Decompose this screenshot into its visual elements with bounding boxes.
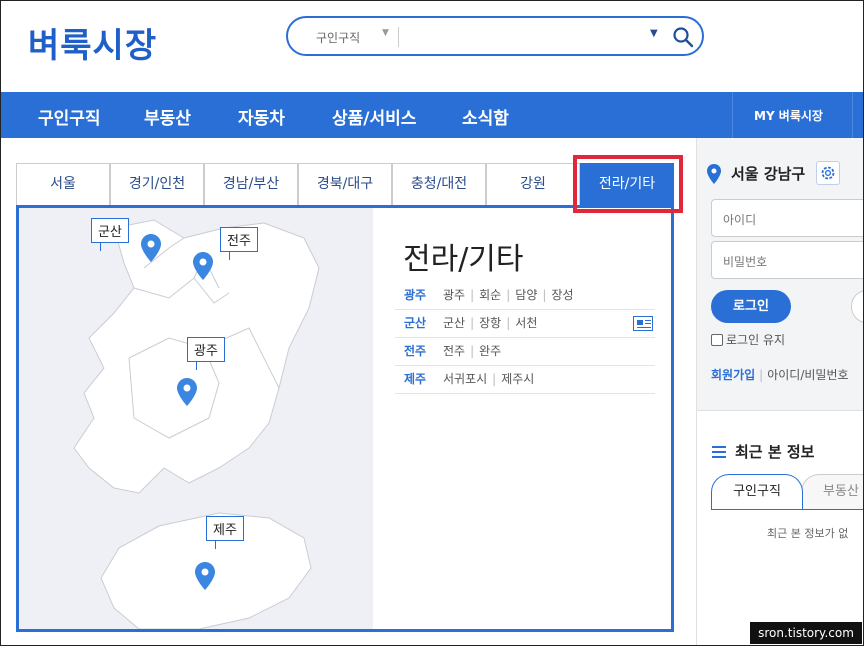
map-pin-icon[interactable] [141,234,161,262]
separator: | [542,288,547,302]
region-list: 광주 광주 | 회순 | 담양 | 장성 군산 군산 | 장항 | 서천 전주 전주 | 완주 [395,282,655,394]
nav-divider [852,92,853,138]
recent-empty-message: 최근 본 정보가 없 [767,527,849,540]
map-pin-icon[interactable] [177,378,197,406]
district-list: 광주 | 회순 | 담양 | 장성 [443,282,574,309]
category-dropdown-icon[interactable]: ▼ [382,28,389,38]
district-link[interactable]: 군산 [443,316,465,330]
district-list: 전주 | 완주 [443,338,501,365]
district-link[interactable]: 장성 [551,288,573,302]
newspaper-icon[interactable] [633,316,653,331]
recent-views-panel: 최근 본 정보 부동산 구인구직 최근 본 정보가 없 [697,410,864,646]
district-link[interactable]: 담양 [515,288,537,302]
region-city-link[interactable]: 군산 [404,310,426,337]
region-row: 군산 군산 | 장항 | 서천 [395,310,655,338]
highlight-box [573,155,683,213]
site-logo[interactable]: 벼룩시장 [28,18,157,67]
main-nav: 구인구직 부동산 자동차 상품/서비스 소식함 MY 벼룩시장 [0,92,864,138]
sidebar: 서울 강남구 아이디 비밀번호 로그인 로그인 유지 회원가입 | 아이디/비밀번호… [696,138,864,646]
region-city-link[interactable]: 광주 [404,282,426,309]
district-list: 서귀포시 | 제주시 [443,366,534,393]
map-label-jeju[interactable]: 제주 [206,516,244,549]
search-bar[interactable]: 구인구직 ▼ ▼ [286,16,704,56]
tab-gyeongbuk[interactable]: 경북/대구 [298,163,392,205]
district-link[interactable]: 전주 [443,344,465,358]
gear-icon[interactable] [816,161,840,185]
district-link[interactable]: 제주시 [501,372,534,386]
search-dropdown-icon[interactable]: ▼ [650,28,658,39]
district-list: 군산 | 장항 | 서천 [443,310,537,337]
map-pin-icon[interactable] [195,562,215,590]
separator: | [506,316,511,330]
region-row: 제주 서귀포시 | 제주시 [395,366,655,394]
location-pin-icon [707,164,721,184]
current-location[interactable]: 서울 강남구 [731,163,805,184]
nav-item-jobs[interactable]: 구인구직 [38,104,101,129]
id-field[interactable]: 아이디 [711,199,864,237]
separator: | [470,344,475,358]
region-row: 광주 광주 | 회순 | 담양 | 장성 [395,282,655,310]
district-link[interactable]: 완주 [479,344,501,358]
region-map: 군산 전주 광주 제주 [19,208,373,629]
separator: | [492,372,497,386]
separator: | [506,288,511,302]
tab-chungcheong[interactable]: 충청/대전 [392,163,486,205]
district-link[interactable]: 회순 [479,288,501,302]
nav-item-news[interactable]: 소식함 [462,104,509,129]
nav-item-realestate[interactable]: 부동산 [144,104,191,129]
watermark: sron.tistory.com [750,622,862,644]
region-title: 전라/기타 [403,242,524,277]
region-panel: 군산 전주 광주 제주 전라/기타 광주 광주 | 회순 | 담양 | 장성 군산 군산 | 장… [16,205,674,632]
social-login-button[interactable] [851,290,864,323]
region-city-link[interactable]: 전주 [404,338,426,365]
keep-login-option[interactable]: 로그인 유지 [711,331,785,348]
district-link[interactable]: 서귀포시 [443,372,487,386]
nav-item-goods[interactable]: 상품/서비스 [332,104,416,129]
map-pin-icon[interactable] [193,252,213,280]
search-category-select[interactable]: 구인구직 [316,29,360,46]
login-button[interactable]: 로그인 [711,290,791,323]
district-link[interactable]: 서천 [515,316,537,330]
keep-login-checkbox[interactable] [711,334,723,346]
find-account-link[interactable]: 아이디/비밀번호 [767,368,848,382]
tab-gangwon[interactable]: 강원 [486,163,580,205]
tab-gyeonggi[interactable]: 경기/인천 [110,163,204,205]
separator: | [759,368,764,382]
separator: | [470,316,475,330]
region-row: 전주 전주 | 완주 [395,338,655,366]
keep-login-label: 로그인 유지 [726,333,786,347]
district-link[interactable]: 장항 [479,316,501,330]
tab-seoul[interactable]: 서울 [16,163,110,205]
nav-divider [732,92,733,138]
district-link[interactable]: 광주 [443,288,465,302]
recent-tab-realestate[interactable]: 부동산 [801,474,864,510]
search-divider [398,27,399,47]
tab-gyeongnam[interactable]: 경남/부산 [204,163,298,205]
nav-item-cars[interactable]: 자동차 [238,104,285,129]
list-icon [712,446,726,458]
separator: | [470,288,475,302]
region-city-link[interactable]: 제주 [404,366,426,393]
tab-underline [711,509,864,510]
map-label-gunsan[interactable]: 군산 [91,218,129,251]
map-label-jeonju[interactable]: 전주 [220,227,258,260]
recent-title: 최근 본 정보 [735,443,815,461]
search-icon[interactable] [672,26,694,48]
account-links: 회원가입 | 아이디/비밀번호 [711,366,849,383]
join-link[interactable]: 회원가입 [711,368,755,382]
nav-my-page[interactable]: MY 벼룩시장 [754,107,823,124]
recent-tab-jobs[interactable]: 구인구직 [711,474,803,510]
map-label-gwangju[interactable]: 광주 [187,337,225,370]
password-field[interactable]: 비밀번호 [711,241,864,279]
